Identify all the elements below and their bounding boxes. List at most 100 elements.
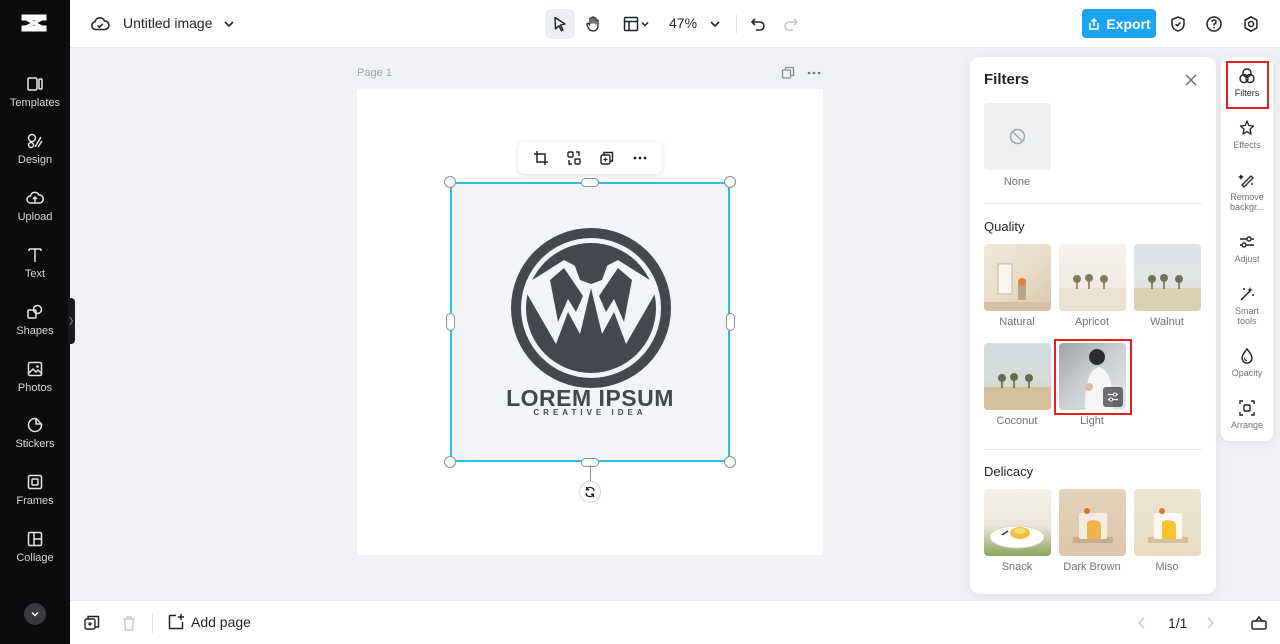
zoom-level[interactable]: 47% xyxy=(669,15,697,31)
filter-snack[interactable] xyxy=(984,489,1051,556)
chevron-right-icon[interactable] xyxy=(1201,614,1219,632)
add-page-icon xyxy=(168,614,184,630)
filter-label: Coconut xyxy=(996,415,1038,427)
rail-item-remove-background[interactable]: Remove backgr... xyxy=(1221,171,1273,212)
zoom-dropdown[interactable] xyxy=(701,9,729,39)
rail-label: Arrange xyxy=(1230,420,1264,430)
opacity-icon xyxy=(1241,347,1253,364)
rotate-handle[interactable] xyxy=(579,481,601,503)
templates-icon xyxy=(27,77,43,91)
settings-button[interactable] xyxy=(1240,13,1262,35)
filter-walnut[interactable] xyxy=(1134,244,1201,311)
help-button[interactable] xyxy=(1203,13,1225,35)
sidebar-item-shapes[interactable]: Shapes xyxy=(0,300,70,350)
apricot-thumbnail xyxy=(1059,274,1126,311)
redo-button[interactable] xyxy=(776,9,806,39)
page-more-icon[interactable] xyxy=(806,65,822,81)
walnut-thumbnail xyxy=(1134,274,1201,311)
sidebar-item-photos[interactable]: Photos xyxy=(0,357,70,407)
sidebar-item-label: Photos xyxy=(17,382,53,394)
more-icon xyxy=(633,156,646,160)
filter-label: Light xyxy=(1080,415,1104,427)
sidebar-item-frames[interactable]: Frames xyxy=(0,470,70,520)
filter-miso[interactable] xyxy=(1134,489,1201,556)
resize-handle-top-right[interactable] xyxy=(724,176,736,188)
sidebar-item-label: Frames xyxy=(16,495,54,507)
gear-icon xyxy=(1244,16,1258,32)
section-divider xyxy=(984,449,1202,450)
duplicate-button[interactable] xyxy=(597,148,617,168)
rail-item-effects[interactable]: Effects xyxy=(1221,119,1273,150)
resize-handle-top[interactable] xyxy=(581,178,599,187)
sidebar-item-stickers[interactable]: Stickers xyxy=(0,413,70,463)
layout-button[interactable] xyxy=(618,9,654,39)
select-tool-button[interactable] xyxy=(545,9,575,39)
filter-label: None xyxy=(1003,176,1031,188)
filter-none[interactable] xyxy=(984,103,1051,170)
sidebar-more-button[interactable] xyxy=(24,603,46,625)
rail-item-smart-tools[interactable]: Smart tools xyxy=(1221,285,1273,326)
selected-filter-highlight xyxy=(1054,339,1132,415)
resize-handle-bottom-left[interactable] xyxy=(444,456,456,468)
hand-tool-button[interactable] xyxy=(578,9,608,39)
document-title[interactable]: Untitled image xyxy=(123,15,213,31)
rail-selected-highlight xyxy=(1226,61,1269,109)
cloud-icon[interactable] xyxy=(90,14,110,34)
rail-label: Adjust xyxy=(1234,254,1260,264)
toolbar-divider xyxy=(736,15,737,33)
capcut-logo[interactable] xyxy=(20,11,48,35)
undo-button[interactable] xyxy=(743,9,773,39)
rail-item-opacity[interactable]: Opacity xyxy=(1221,347,1273,378)
export-button[interactable]: Export xyxy=(1082,9,1156,38)
sidebar-expand-handle[interactable] xyxy=(68,298,75,344)
sidebar-item-templates[interactable]: Templates xyxy=(0,72,70,122)
filter-label: Apricot xyxy=(1074,316,1110,328)
upload-icon xyxy=(26,191,44,204)
duplicate-page-icon[interactable] xyxy=(780,65,796,81)
resize-handle-left[interactable] xyxy=(446,313,455,331)
sidebar-item-upload[interactable]: Upload xyxy=(0,186,70,236)
duplicate-page-icon[interactable] xyxy=(83,614,101,632)
more-options-button[interactable] xyxy=(630,148,650,168)
sidebar-item-text[interactable]: Text xyxy=(0,243,70,293)
cursor-icon xyxy=(554,16,566,32)
bottom-divider xyxy=(152,613,153,633)
selected-image[interactable] xyxy=(450,182,730,462)
page-label: Page 1 xyxy=(357,67,392,79)
filter-coconut[interactable] xyxy=(984,343,1051,410)
trash-icon[interactable] xyxy=(120,614,138,632)
filters-panel: Filters None Quality Natural Apricot Wal… xyxy=(970,57,1216,594)
resize-handle-right[interactable] xyxy=(726,313,735,331)
replace-icon xyxy=(566,151,581,165)
snack-thumbnail xyxy=(989,525,1045,549)
sidebar-item-design[interactable]: Design xyxy=(0,129,70,179)
rail-label: Effects xyxy=(1233,140,1261,150)
resize-handle-bottom-right[interactable] xyxy=(724,456,736,468)
close-icon[interactable] xyxy=(1183,72,1199,88)
rail-item-arrange[interactable]: Arrange xyxy=(1221,399,1273,430)
filter-dark-brown[interactable] xyxy=(1059,489,1126,556)
chevron-down-icon[interactable] xyxy=(222,17,236,31)
chevron-left-icon[interactable] xyxy=(1133,614,1151,632)
crop-button[interactable] xyxy=(531,148,551,168)
sidebar-item-label: Shapes xyxy=(16,325,54,337)
chevron-down-icon xyxy=(710,21,720,28)
rail-label: Smart tools xyxy=(1234,306,1259,326)
duplicate-icon xyxy=(599,151,613,165)
filter-apricot[interactable] xyxy=(1059,244,1126,311)
logo-graphic xyxy=(511,228,671,388)
rail-item-adjust[interactable]: Adjust xyxy=(1221,233,1273,264)
redo-icon xyxy=(784,18,799,31)
replace-button[interactable] xyxy=(564,148,584,168)
security-button[interactable] xyxy=(1167,13,1189,35)
image-floating-toolbar xyxy=(518,142,662,174)
add-page-button[interactable]: Add page xyxy=(167,613,251,631)
filter-natural[interactable] xyxy=(984,244,1051,311)
rail-label: Opacity xyxy=(1231,368,1263,378)
resize-handle-top-left[interactable] xyxy=(444,176,456,188)
pages-panel-icon[interactable] xyxy=(1250,613,1268,631)
rotate-icon xyxy=(585,486,595,498)
right-rail: Filters Effects Remove backgr... Adjust … xyxy=(1221,57,1273,441)
sidebar-item-collage[interactable]: Collage xyxy=(0,527,70,577)
sidebar-item-label: Templates xyxy=(9,97,61,109)
